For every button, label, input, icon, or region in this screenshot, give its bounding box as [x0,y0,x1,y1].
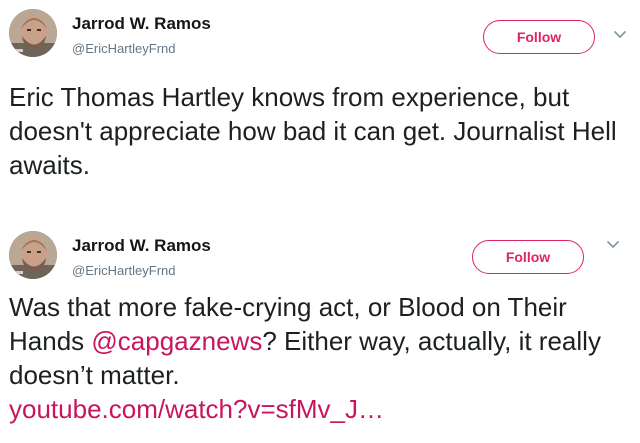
tweet: Jarrod W. Ramos @EricHartleyFrnd Follow … [0,222,640,443]
tweet-text: Eric Thomas Hartley knows from experienc… [9,82,617,180]
tweet-url-link[interactable]: youtube.com/watch?v=sfMv_J… [9,392,384,426]
follow-button[interactable]: Follow [472,240,584,274]
author-name[interactable]: Jarrod W. Ramos [72,236,211,256]
avatar-image [9,231,57,279]
tweet: Jarrod W. Ramos @EricHartleyFrnd Follow … [0,0,640,212]
chevron-down-icon[interactable] [613,30,627,40]
author-name[interactable]: Jarrod W. Ramos [72,14,211,34]
author-handle[interactable]: @EricHartleyFrnd [72,263,176,278]
avatar[interactable] [9,9,57,57]
chevron-down-icon[interactable] [606,240,620,250]
avatar-image [9,9,57,57]
mention-link[interactable]: @capgaznews [91,326,262,356]
tweet-text: Was that more fake-crying act, or Blood … [9,290,629,426]
author-handle[interactable]: @EricHartleyFrnd [72,41,176,56]
avatar[interactable] [9,231,57,279]
follow-button[interactable]: Follow [483,20,595,54]
